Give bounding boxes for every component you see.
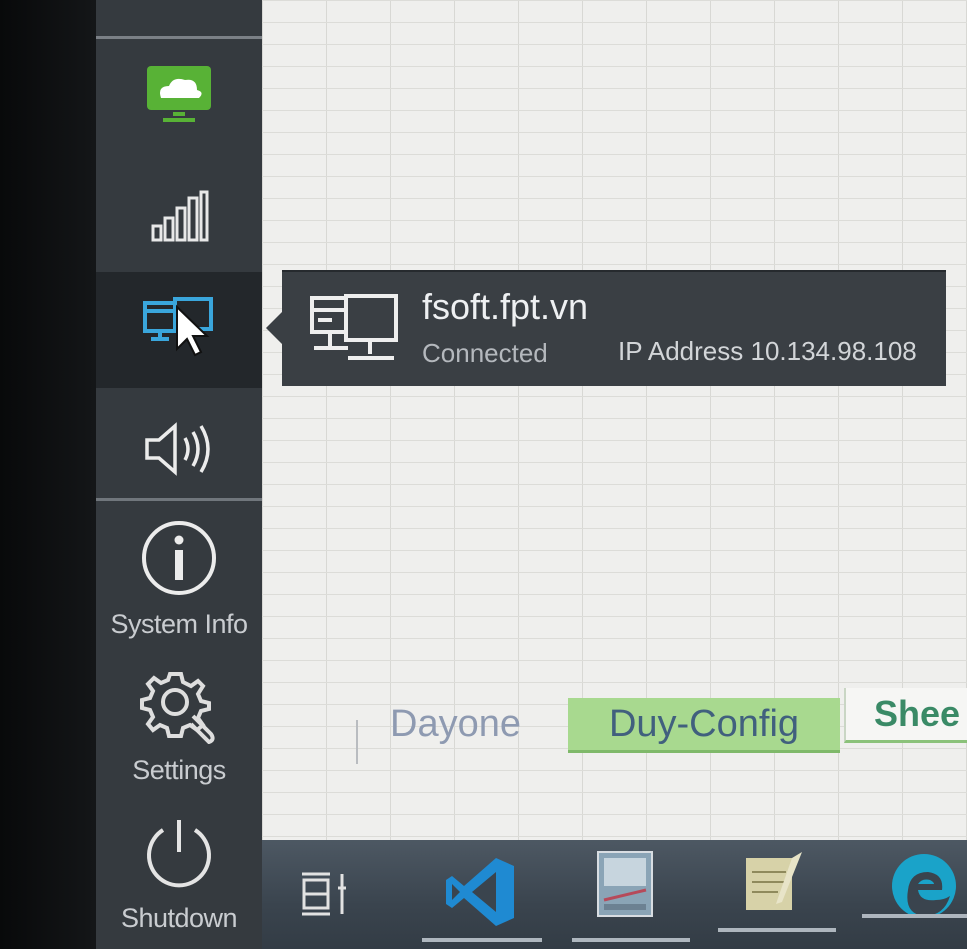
notepad-icon[interactable] — [742, 848, 814, 919]
sidebar-label-shutdown: Shutdown — [120, 903, 238, 933]
system-sidebar: System Info Settings Shutdown — [96, 0, 262, 949]
sidebar-item-shutdown[interactable]: Shutdown — [96, 818, 262, 949]
network-icon — [141, 295, 217, 366]
sidebar-divider — [96, 498, 262, 501]
taskbar-active-indicator — [572, 938, 690, 942]
taskbar — [262, 840, 967, 949]
tab-separator — [356, 720, 358, 764]
speaker-icon — [141, 418, 217, 485]
sidebar-top-divider — [96, 36, 262, 39]
info-icon — [139, 518, 219, 603]
sidebar-item-sound[interactable] — [96, 408, 262, 494]
taskbar-active-indicator — [422, 938, 542, 942]
sidebar-item-signal[interactable] — [96, 190, 262, 250]
network-computer-icon — [308, 292, 404, 375]
sidebar-item-network[interactable] — [96, 272, 262, 388]
screen-bezel — [0, 0, 96, 949]
image-editor-icon[interactable] — [596, 850, 654, 923]
sidebar-label-settings: Settings — [132, 755, 226, 785]
network-status: Connected — [422, 338, 548, 368]
taskbar-active-indicator — [718, 928, 836, 932]
network-popup: fsoft.fpt.vn Connected IP Address 10.134… — [282, 270, 946, 386]
network-name: fsoft.fpt.vn — [422, 286, 589, 327]
desktop-switcher-icon[interactable] — [296, 870, 352, 923]
sheet-tab-sheet[interactable]: Shee — [844, 688, 967, 743]
network-ip-address: IP Address 10.134.98.108 — [618, 336, 917, 366]
popup-pointer — [266, 312, 282, 344]
signal-bars-icon — [149, 190, 209, 247]
taskbar-active-indicator — [862, 914, 967, 918]
sheet-tab-dayone[interactable]: Dayone — [390, 698, 521, 750]
sidebar-item-system-info[interactable]: System Info — [96, 518, 262, 648]
gear-wrench-icon — [139, 668, 219, 749]
vscode-icon[interactable] — [442, 854, 518, 935]
sheet-tab-bar: Dayone Duy-Config Shee — [262, 688, 967, 764]
sidebar-label-system-info: System Info — [110, 609, 248, 639]
sidebar-item-settings[interactable]: Settings — [96, 668, 262, 796]
cloud-monitor-icon — [143, 60, 215, 131]
sheet-tab-duy-config[interactable]: Duy-Config — [568, 698, 840, 753]
sidebar-item-display[interactable] — [96, 60, 262, 140]
power-icon — [139, 818, 219, 897]
